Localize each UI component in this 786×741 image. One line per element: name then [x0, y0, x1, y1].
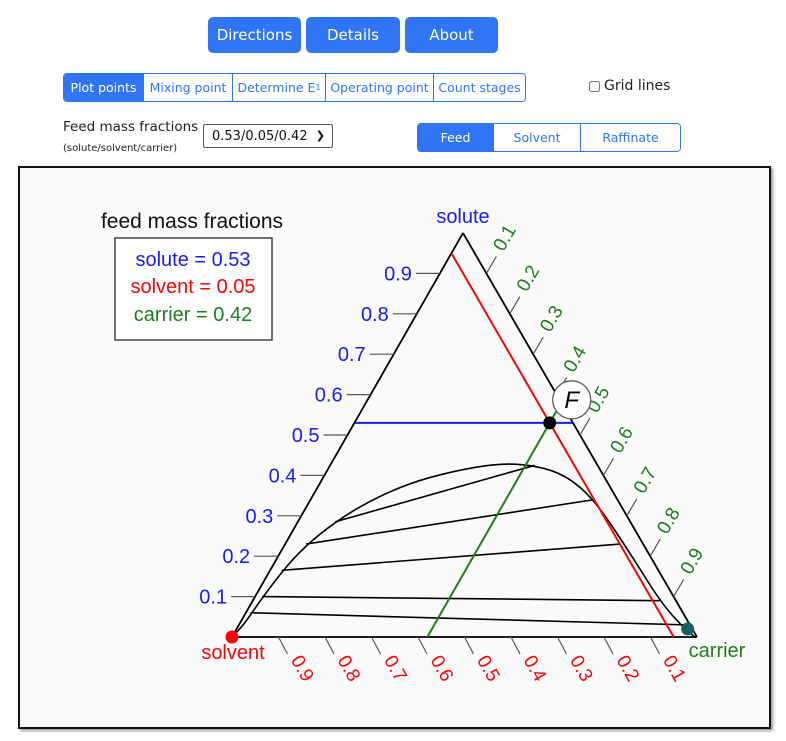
tie-line	[305, 498, 595, 545]
solvent-axis-tick	[556, 636, 568, 655]
solvent-axis-label: 0.8	[333, 652, 364, 685]
solute-axis-label: 0.2	[222, 546, 250, 568]
solvent-axis-label: 0.3	[565, 652, 596, 685]
tie-line	[262, 595, 660, 602]
carrier-axis-tick	[649, 538, 661, 557]
solvent-axis-tick	[510, 636, 521, 655]
solvent-axis-tick	[603, 636, 614, 655]
solvent-axis-tick	[324, 636, 335, 655]
carrier-axis-label: 0.2	[513, 262, 544, 295]
feed-point-label: F	[564, 387, 580, 414]
legend-solute: solute = 0.53	[135, 249, 250, 271]
solvent-axis-label: 0.2	[612, 652, 643, 685]
carrier-axis-tick	[673, 579, 685, 597]
feed-carrier-line	[426, 402, 563, 638]
solute-axis-label: 0.6	[315, 385, 343, 407]
carrier-axis-tick	[509, 296, 521, 315]
solute-axis-label: 0.4	[269, 465, 297, 487]
solvent-axis-tick	[417, 636, 428, 655]
carrier-axis-label: 0.7	[630, 464, 661, 497]
solute-axis-label: 0.8	[361, 304, 389, 326]
carrier-axis-tick	[485, 256, 497, 274]
feed-point[interactable]	[543, 416, 557, 430]
carrier-axis-label: 0.1	[490, 222, 521, 255]
carrier-axis-label: 0.4	[560, 342, 592, 376]
solvent-axis-label: 0.1	[658, 652, 689, 685]
solute-axis-label: 0.3	[245, 506, 273, 528]
binodal-curve	[231, 463, 696, 638]
solvent-axis-tick	[277, 636, 289, 655]
solvent-axis-label: 0.9	[286, 652, 317, 685]
solvent-axis-label: 0.6	[426, 652, 457, 685]
solvent-point[interactable]	[225, 630, 239, 644]
solute-axis-label: 0.5	[292, 425, 320, 447]
solute-corner-label: solute	[436, 206, 489, 228]
solvent-axis-label: 0.4	[519, 652, 551, 686]
ternary-diagram[interactable]: feed mass fractions solute = 0.53 solven…	[0, 0, 786, 741]
carrier-axis-tick	[532, 336, 544, 355]
carrier-axis-label: 0.8	[653, 504, 684, 537]
carrier-axis-tick	[579, 417, 591, 436]
solvent-axis-label: 0.7	[379, 652, 410, 685]
carrier-point[interactable]	[681, 622, 695, 636]
legend-carrier: carrier = 0.42	[134, 304, 252, 326]
legend-title: feed mass fractions	[101, 210, 283, 233]
carrier-axis-tick	[626, 498, 638, 517]
solvent-axis-tick	[370, 636, 382, 655]
tie-line	[281, 543, 620, 572]
carrier-corner-label: carrier	[689, 640, 746, 662]
solute-axis-label: 0.9	[384, 263, 412, 285]
solute-axis-label: 0.1	[199, 587, 227, 609]
tie-line	[250, 611, 686, 626]
carrier-axis-label: 0.6	[607, 424, 638, 457]
solvent-axis-label: 0.5	[472, 652, 503, 685]
solute-axis-label: 0.7	[338, 344, 366, 366]
solvent-axis-tick	[463, 636, 475, 655]
carrier-axis-tick	[602, 458, 614, 476]
legend-solvent: solvent = 0.05	[130, 276, 255, 298]
solvent-corner-label: solvent	[201, 642, 265, 664]
carrier-axis-label: 0.9	[677, 545, 708, 578]
solvent-axis-tick	[649, 636, 661, 655]
carrier-axis-label: 0.3	[536, 302, 567, 335]
